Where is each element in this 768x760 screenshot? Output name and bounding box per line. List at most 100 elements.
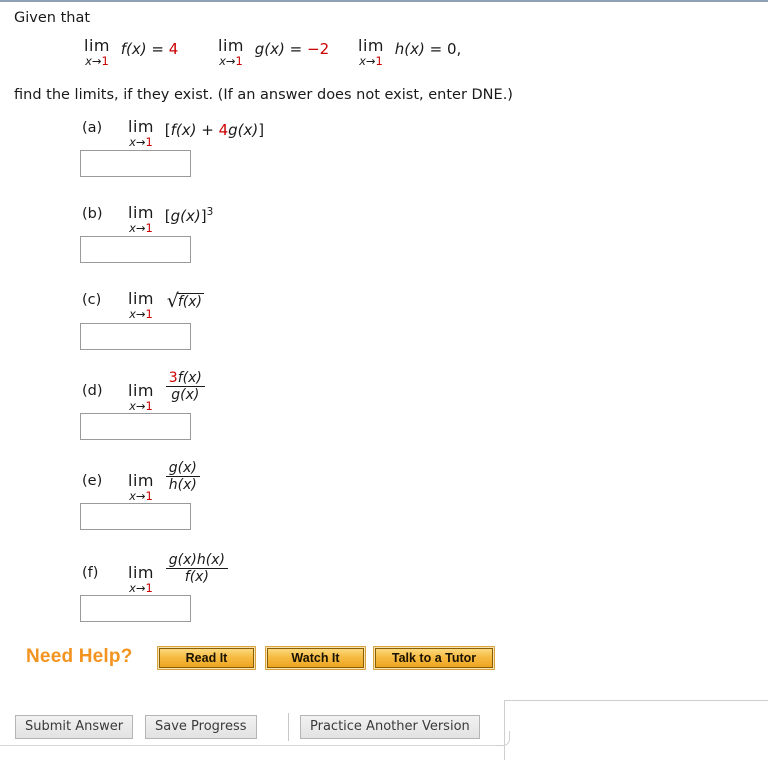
bracket-close: ] — [258, 121, 265, 139]
numerator-coefficient: 3 — [168, 370, 178, 386]
term-f: f(x) — [170, 121, 197, 139]
read-it-button[interactable]: Read It — [157, 646, 256, 670]
limit-operator: lim x→1 — [216, 38, 246, 68]
fraction-numerator: g(x)h(x) — [165, 552, 228, 569]
save-progress-button[interactable]: Save Progress — [145, 715, 257, 739]
limit-operator: lim x→1 — [126, 205, 156, 235]
lim-sub-var: x — [129, 135, 136, 149]
numerator-term: g(x) — [168, 460, 197, 476]
fraction: g(x) h(x) — [165, 460, 200, 493]
lim-sub-var: x — [129, 307, 136, 321]
lim-sub-value: 1 — [235, 54, 243, 68]
lim-sub-value: 1 — [145, 489, 153, 503]
fraction-numerator: 3f(x) — [165, 370, 205, 387]
answer-input-d[interactable] — [80, 413, 191, 440]
talk-to-tutor-label: Talk to a Tutor — [375, 648, 493, 668]
top-divider — [0, 0, 768, 2]
answer-input-c[interactable] — [80, 323, 191, 350]
limit-operator: lim x→1 — [126, 473, 156, 503]
numerator-term: g(x)h(x) — [168, 552, 225, 568]
term-g: g(x) — [228, 121, 259, 139]
given-function: g(x) — [254, 40, 285, 58]
toolbar-bottom-rule — [0, 745, 505, 746]
fraction-denominator: g(x) — [171, 387, 200, 403]
lim-sub-var: x — [359, 54, 366, 68]
question-page: Given that lim x→1 f(x) = 4 lim x→1 g(x)… — [0, 0, 768, 760]
part-expression-e: lim x→1 g(x) h(x) — [126, 460, 200, 503]
lim-subscript: x→1 — [128, 136, 154, 149]
given-value: 0 — [447, 40, 457, 58]
lim-subscript: x→1 — [84, 55, 110, 68]
equals-sign: = — [151, 40, 164, 58]
lim-subscript: x→1 — [128, 400, 154, 413]
lim-sub-arrow: → — [135, 489, 146, 503]
given-value: −2 — [307, 40, 330, 58]
part-label-a: (a) — [82, 120, 103, 136]
lim-text: lim — [358, 36, 384, 55]
lim-text: lim — [128, 203, 154, 222]
part-expression-d: lim x→1 3f(x) g(x) — [126, 370, 205, 413]
limit-operator: lim x→1 — [356, 38, 386, 68]
equals-sign: = — [289, 40, 303, 58]
lim-text: lim — [128, 471, 154, 490]
trailing-comma: , — [456, 40, 462, 58]
lim-sub-arrow: → — [135, 581, 146, 595]
toolbar-corner — [496, 731, 510, 746]
expression-body: [g(x)]3 — [165, 207, 214, 225]
lim-subscript: x→1 — [128, 308, 154, 321]
given-function: f(x) — [120, 40, 147, 58]
watch-it-label: Watch It — [267, 648, 364, 668]
answer-input-e[interactable] — [80, 503, 191, 530]
lim-sub-arrow: → — [91, 54, 102, 68]
lim-subscript: x→1 — [128, 490, 154, 503]
lim-subscript: x→1 — [128, 582, 154, 595]
talk-to-tutor-button[interactable]: Talk to a Tutor — [373, 646, 495, 670]
given-value: 4 — [168, 40, 179, 58]
lim-subscript: x→1 — [358, 55, 384, 68]
part-expression-c: lim x→1 √f(x) — [126, 291, 205, 321]
lim-sub-value: 1 — [101, 54, 109, 68]
lim-sub-value: 1 — [145, 581, 153, 595]
need-help-label: Need Help? — [26, 646, 133, 667]
given-expression: h(x) = 0, — [395, 40, 462, 58]
radical-expression: √f(x) — [167, 292, 205, 311]
part-label-f: (f) — [82, 565, 99, 581]
lim-text: lim — [128, 117, 154, 136]
lim-sub-arrow: → — [135, 307, 146, 321]
lim-sub-var: x — [129, 399, 136, 413]
plus-sign: + — [196, 121, 219, 139]
fraction-numerator: g(x) — [165, 460, 200, 477]
lim-sub-var: x — [219, 54, 226, 68]
answer-input-f[interactable] — [80, 595, 191, 622]
lim-subscript: x→1 — [128, 222, 154, 235]
read-it-label: Read It — [159, 648, 254, 668]
part-label-b: (b) — [82, 206, 103, 222]
part-expression-a: lim x→1 [f(x) + 4g(x)] — [126, 119, 264, 149]
watch-it-button[interactable]: Watch It — [265, 646, 366, 670]
part-label-d: (d) — [82, 383, 103, 399]
limit-operator: lim x→1 — [126, 291, 156, 321]
lim-sub-value: 1 — [145, 399, 153, 413]
expression-body: [f(x) + 4g(x)] — [165, 121, 264, 139]
lim-sub-var: x — [129, 221, 136, 235]
lim-sub-value: 1 — [375, 54, 383, 68]
given-expression: g(x) = −2 — [255, 40, 329, 58]
lim-sub-value: 1 — [145, 135, 153, 149]
answer-input-a[interactable] — [80, 150, 191, 177]
lim-sub-value: 1 — [145, 221, 153, 235]
lim-sub-arrow: → — [225, 54, 236, 68]
fraction: g(x)h(x) f(x) — [165, 552, 228, 585]
limit-operator: lim x→1 — [82, 38, 112, 68]
lim-sub-arrow: → — [135, 135, 146, 149]
fraction-denominator: h(x) — [168, 477, 197, 493]
prompt-intro: Given that — [14, 10, 91, 26]
lim-text: lim — [128, 289, 154, 308]
given-function: h(x) — [394, 40, 425, 58]
given-limit-3: lim x→1 h(x) = 0, — [356, 38, 461, 68]
practice-another-version-button[interactable]: Practice Another Version — [300, 715, 480, 739]
answer-input-b[interactable] — [80, 236, 191, 263]
given-expression: f(x) = 4 — [121, 40, 179, 58]
lim-subscript: x→1 — [218, 55, 244, 68]
side-panel-edge — [504, 700, 768, 760]
submit-answer-button[interactable]: Submit Answer — [15, 715, 134, 739]
